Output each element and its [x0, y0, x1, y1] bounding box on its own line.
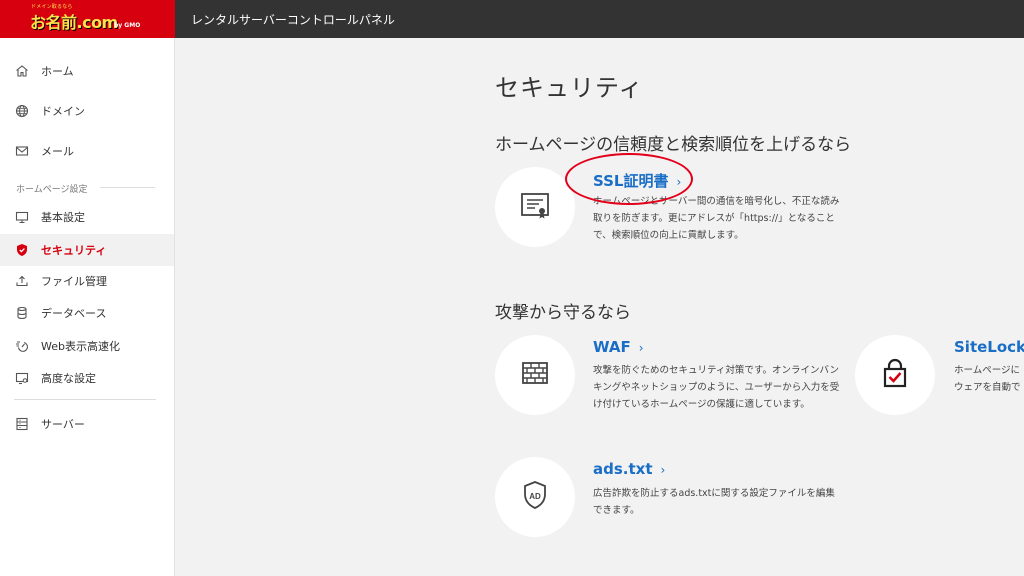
section-title-protect: 攻撃から守るなら	[495, 303, 631, 323]
waf-title: WAF	[593, 338, 631, 356]
main-content: セキュリティ ホームページの信頼度と検索順位を上げるなら SSL証明書 › ホーム…	[175, 38, 1024, 576]
sidebar-item-label: データベース	[41, 307, 107, 320]
sidebar-item-web-speedup[interactable]: Web表示高速化	[0, 330, 174, 362]
home-icon	[14, 63, 30, 79]
sidebar-item-label: セキュリティ	[41, 244, 107, 257]
sidebar-item-home[interactable]: ホーム	[0, 55, 174, 87]
waf-description: 攻撃を防ぐためのセキュリティ対策です。オンラインバンキングやネットショップのよう…	[593, 365, 840, 410]
certificate-icon	[517, 187, 553, 227]
adstxt-title: ads.txt	[593, 460, 653, 478]
sitelock-title: SiteLock	[954, 338, 1024, 356]
sidebar-item-label: ファイル管理	[41, 275, 107, 288]
section-divider	[100, 187, 155, 188]
sidebar-item-security[interactable]: セキュリティ	[0, 234, 174, 266]
speed-icon	[14, 338, 30, 354]
waf-card-icon-circle[interactable]	[495, 335, 575, 415]
globe-icon	[14, 103, 30, 119]
adstxt-card-icon-circle[interactable]: AD	[495, 457, 575, 537]
sidebar-item-domain[interactable]: ドメイン	[0, 95, 174, 127]
mail-icon	[14, 143, 30, 159]
monitor-icon	[14, 209, 30, 225]
adstxt-description: 広告詐欺を防止するads.txtに関する設定ファイルを編集できます。	[593, 488, 835, 516]
sidebar-item-advanced-settings[interactable]: 高度な設定	[0, 362, 174, 394]
upload-icon	[14, 273, 30, 289]
sidebar-item-basic-settings[interactable]: 基本設定	[0, 201, 174, 233]
sidebar-item-label: サーバー	[41, 418, 85, 431]
server-icon	[14, 416, 30, 432]
sidebar-item-server[interactable]: サーバー	[0, 408, 174, 440]
sidebar-item-label: 高度な設定	[41, 372, 96, 385]
adstxt-link[interactable]: ads.txt ›	[593, 460, 665, 478]
top-bar: ドメイン取るなら お名前.com by GMO レンタルサーバーコントロールパネ…	[0, 0, 1024, 38]
onamae-logo[interactable]: ドメイン取るなら お名前.com by GMO	[0, 0, 175, 38]
waf-link[interactable]: WAF ›	[593, 338, 644, 356]
sitelock-card-icon-circle[interactable]	[855, 335, 935, 415]
section-title-trust: ホームページの信頼度と検索順位を上げるなら	[495, 135, 852, 155]
shield-icon	[14, 242, 30, 258]
sitelock-description: ホームページにウェアを自動で	[954, 365, 1021, 393]
page-title: セキュリティ	[495, 74, 644, 102]
sitelock-icon	[877, 355, 913, 395]
sidebar-item-label: ドメイン	[41, 105, 85, 118]
database-icon	[14, 305, 30, 321]
logo-gmo: by GMO	[114, 22, 141, 29]
sidebar-item-label: メール	[41, 145, 74, 158]
logo-brand: お名前.com	[30, 13, 118, 32]
sidebar-item-label: ホーム	[41, 65, 74, 78]
advanced-settings-icon	[14, 370, 30, 386]
sidebar-item-mail[interactable]: メール	[0, 135, 174, 167]
sidebar-item-file-manager[interactable]: ファイル管理	[0, 265, 174, 297]
chevron-right-icon: ›	[660, 463, 666, 477]
chevron-right-icon: ›	[638, 341, 644, 355]
app-title: レンタルサーバーコントロールパネル	[191, 13, 395, 27]
section-label-homepage-settings: ホームページ設定	[16, 185, 88, 195]
firewall-icon	[517, 355, 553, 395]
sidebar: ホーム ドメイン メール ホームページ設定 基本設定 セキュリティ ファイル管理	[0, 38, 175, 576]
highlight-circle	[565, 153, 693, 205]
svg-text:AD: AD	[529, 492, 541, 501]
sidebar-item-label: 基本設定	[41, 211, 85, 224]
sidebar-item-label: Web表示高速化	[41, 340, 120, 353]
sidebar-divider	[14, 399, 156, 400]
ad-shield-icon: AD	[517, 477, 553, 517]
ssl-card-icon-circle[interactable]	[495, 167, 575, 247]
sidebar-item-database[interactable]: データベース	[0, 297, 174, 329]
sitelock-link[interactable]: SiteLock	[954, 338, 1024, 356]
